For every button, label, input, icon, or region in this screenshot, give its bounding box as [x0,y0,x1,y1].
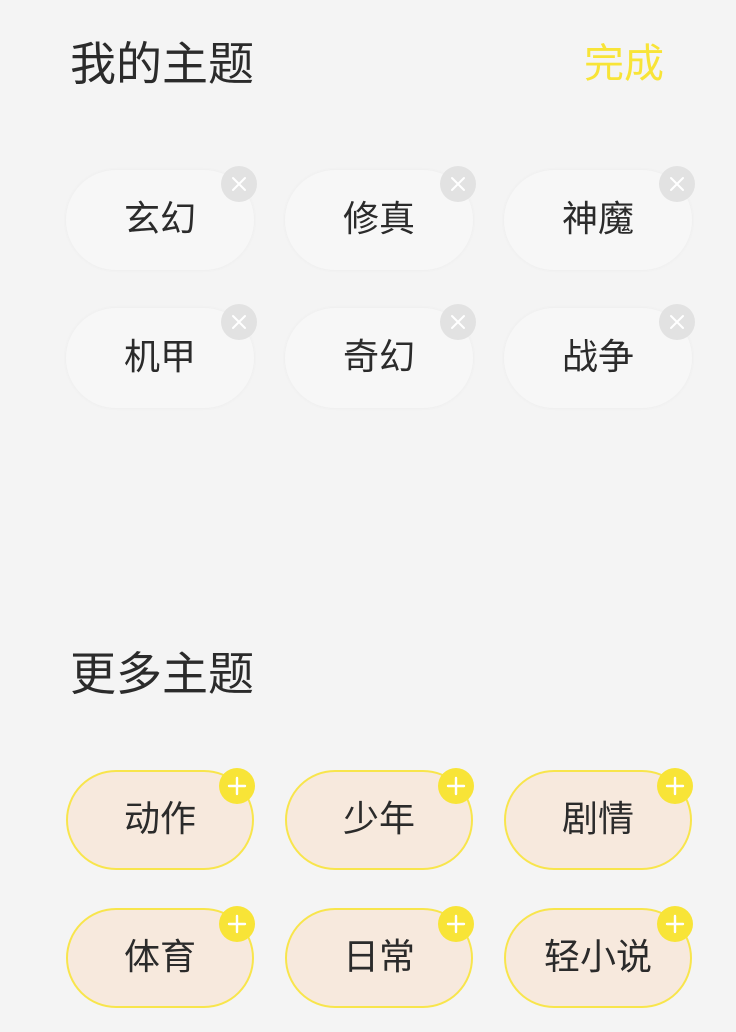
remove-topic-button[interactable] [440,166,476,202]
chip-label: 动作 [123,799,196,840]
more-topic-chip[interactable]: 剧情 [504,768,693,870]
chip-label: 玄幻 [123,199,196,240]
close-icon [451,177,465,191]
close-icon [670,177,684,191]
my-topic-chip[interactable]: 神魔 [504,166,695,270]
close-icon [670,315,684,329]
my-topic-chip[interactable]: 奇幻 [285,304,476,408]
my-topic-chip[interactable]: 机甲 [66,304,257,408]
add-topic-button[interactable] [438,906,474,942]
add-topic-button[interactable] [438,768,474,804]
more-topic-chip[interactable]: 日常 [285,906,474,1008]
plus-icon [227,914,247,934]
my-topic-chip[interactable]: 修真 [285,166,476,270]
my-topic-chip[interactable]: 玄幻 [66,166,257,270]
my-topic-chip[interactable]: 战争 [504,304,695,408]
add-topic-button[interactable] [219,906,255,942]
more-topic-chip[interactable]: 动作 [66,768,255,870]
close-icon [232,315,246,329]
chip-label: 剧情 [561,799,634,840]
chip-label: 战争 [561,337,634,378]
chip-label: 体育 [123,937,196,978]
plus-icon [446,914,466,934]
more-topics-grid: 动作 少年 剧情 体育 日常 轻小说 [66,768,693,1008]
add-topic-button[interactable] [657,768,693,804]
plus-icon [446,776,466,796]
chip-label: 轻小说 [543,937,652,978]
close-icon [451,315,465,329]
add-topic-button[interactable] [657,906,693,942]
chip-label: 奇幻 [342,337,415,378]
done-button[interactable]: 完成 [584,38,664,90]
close-icon [232,177,246,191]
plus-icon [665,914,685,934]
chip-label: 修真 [342,199,415,240]
my-topics-title: 我的主题 [70,37,254,91]
chip-label: 机甲 [123,337,196,378]
remove-topic-button[interactable] [440,304,476,340]
remove-topic-button[interactable] [659,304,695,340]
remove-topic-button[interactable] [221,304,257,340]
plus-icon [665,776,685,796]
more-topic-chip[interactable]: 体育 [66,906,255,1008]
plus-icon [227,776,247,796]
chip-label: 少年 [342,799,415,840]
remove-topic-button[interactable] [659,166,695,202]
chip-label: 神魔 [561,199,634,240]
my-topics-grid: 玄幻 修真 神魔 机甲 奇幻 战争 [66,166,695,408]
more-topic-chip[interactable]: 轻小说 [504,906,693,1008]
chip-label: 日常 [342,937,415,978]
more-topics-title: 更多主题 [70,647,254,701]
more-topic-chip[interactable]: 少年 [285,768,474,870]
remove-topic-button[interactable] [221,166,257,202]
add-topic-button[interactable] [219,768,255,804]
